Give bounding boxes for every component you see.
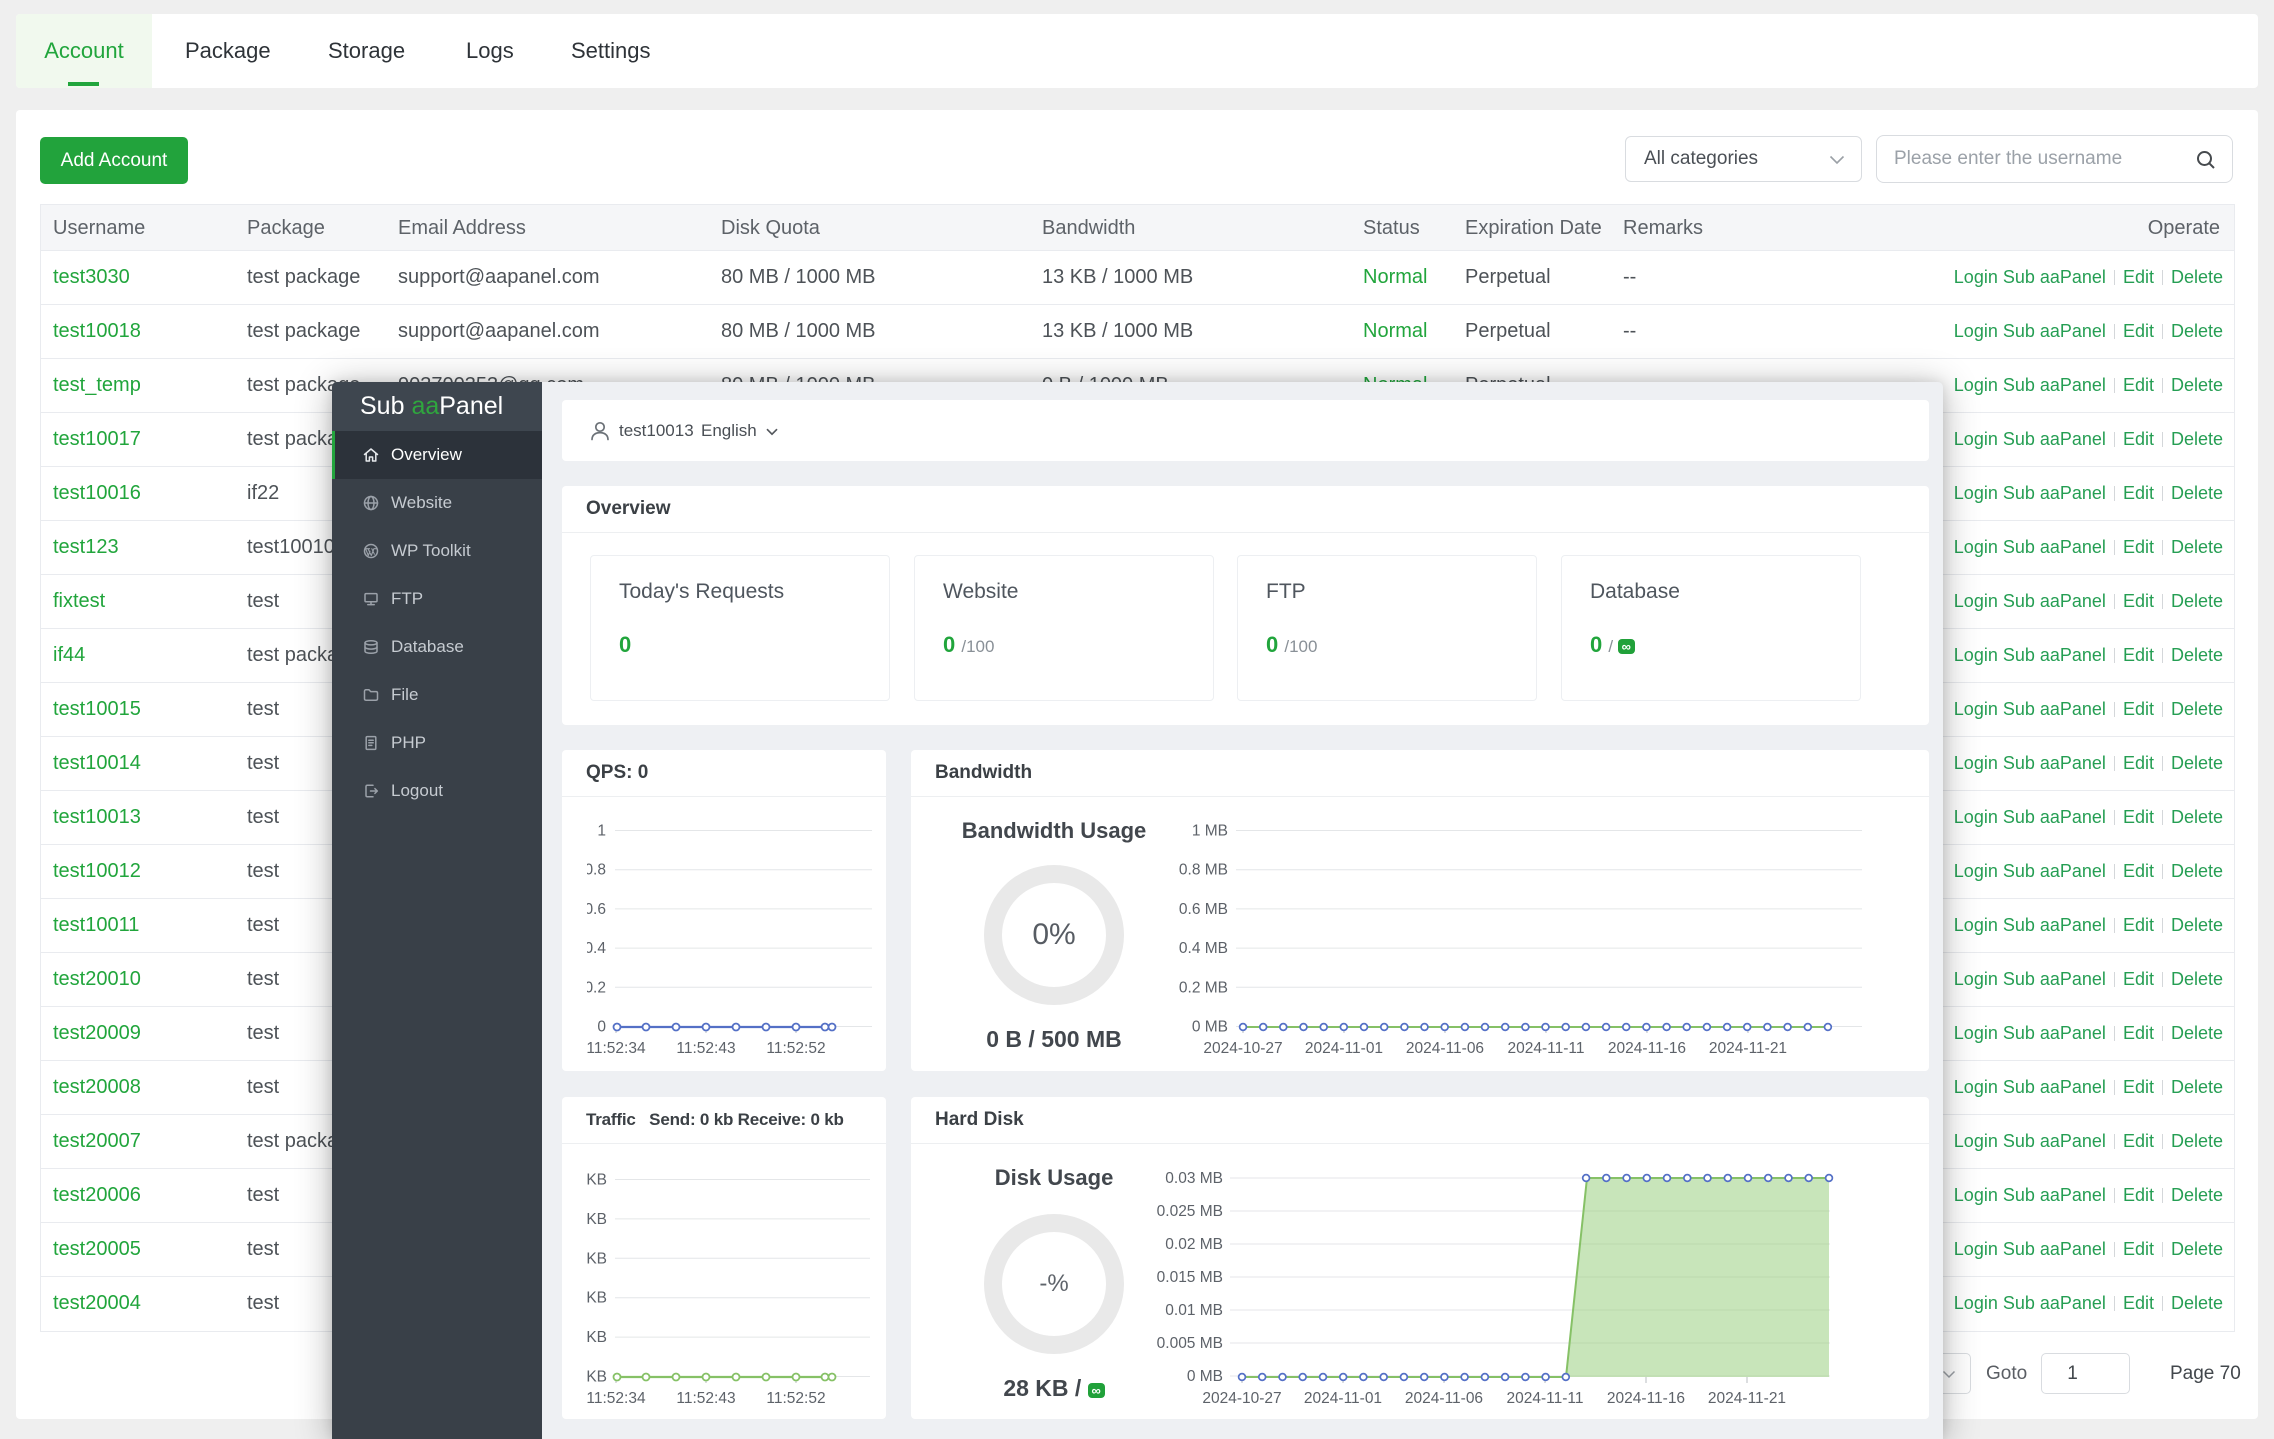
svg-text:2024-11-11: 2024-11-11 [1507, 1390, 1584, 1407]
svg-text:2024-10-27: 2024-10-27 [1202, 1390, 1281, 1407]
svg-text:11:52:43: 11:52:43 [676, 1390, 735, 1407]
svg-text:2024-11-11: 2024-11-11 [1508, 1040, 1585, 1057]
svg-text:KB: KB [587, 1369, 607, 1386]
svg-text:KB: KB [587, 1250, 607, 1267]
svg-text:2024-11-06: 2024-11-06 [1406, 1040, 1484, 1057]
svg-text:1 MB: 1 MB [1192, 823, 1228, 840]
svg-text:KB: KB [587, 1329, 607, 1346]
svg-text:0.4 MB: 0.4 MB [1179, 940, 1228, 957]
svg-text:KB: KB [587, 1211, 607, 1228]
svg-text:0.025 MB: 0.025 MB [1157, 1203, 1223, 1220]
svg-text:0 MB: 0 MB [1192, 1019, 1228, 1036]
svg-text:0.02 MB: 0.02 MB [1165, 1236, 1223, 1253]
svg-text:11:52:52: 11:52:52 [766, 1040, 825, 1057]
svg-text:2024-11-16: 2024-11-16 [1608, 1040, 1686, 1057]
svg-text:0 MB: 0 MB [1187, 1368, 1223, 1385]
svg-text:1: 1 [597, 823, 606, 840]
svg-text:2024-11-06: 2024-11-06 [1405, 1390, 1483, 1407]
svg-text:0.4: 0.4 [587, 940, 606, 957]
svg-text:2024-11-21: 2024-11-21 [1708, 1390, 1786, 1407]
svg-text:0: 0 [597, 1019, 606, 1036]
svg-text:11:52:34: 11:52:34 [587, 1040, 646, 1057]
svg-text:KB: KB [587, 1172, 607, 1189]
svg-text:0.6: 0.6 [587, 901, 606, 918]
svg-text:0.03 MB: 0.03 MB [1165, 1170, 1223, 1187]
svg-text:0.2 MB: 0.2 MB [1179, 979, 1228, 996]
svg-text:0.8: 0.8 [587, 862, 606, 879]
svg-text:11:52:34: 11:52:34 [587, 1390, 646, 1407]
svg-text:0.6 MB: 0.6 MB [1179, 901, 1228, 918]
svg-text:2024-11-01: 2024-11-01 [1305, 1040, 1383, 1057]
svg-text:0.005 MB: 0.005 MB [1157, 1335, 1223, 1352]
svg-text:0.8 MB: 0.8 MB [1179, 862, 1228, 879]
svg-text:0.2: 0.2 [587, 979, 606, 996]
svg-text:2024-11-16: 2024-11-16 [1607, 1390, 1685, 1407]
svg-text:2024-11-01: 2024-11-01 [1304, 1390, 1382, 1407]
svg-text:0.015 MB: 0.015 MB [1157, 1269, 1223, 1286]
svg-text:2024-10-27: 2024-10-27 [1203, 1040, 1282, 1057]
svg-text:2024-11-21: 2024-11-21 [1709, 1040, 1787, 1057]
svg-text:0.01 MB: 0.01 MB [1165, 1302, 1223, 1319]
svg-text:KB: KB [587, 1290, 607, 1307]
svg-text:11:52:43: 11:52:43 [676, 1040, 735, 1057]
svg-text:11:52:52: 11:52:52 [766, 1390, 825, 1407]
